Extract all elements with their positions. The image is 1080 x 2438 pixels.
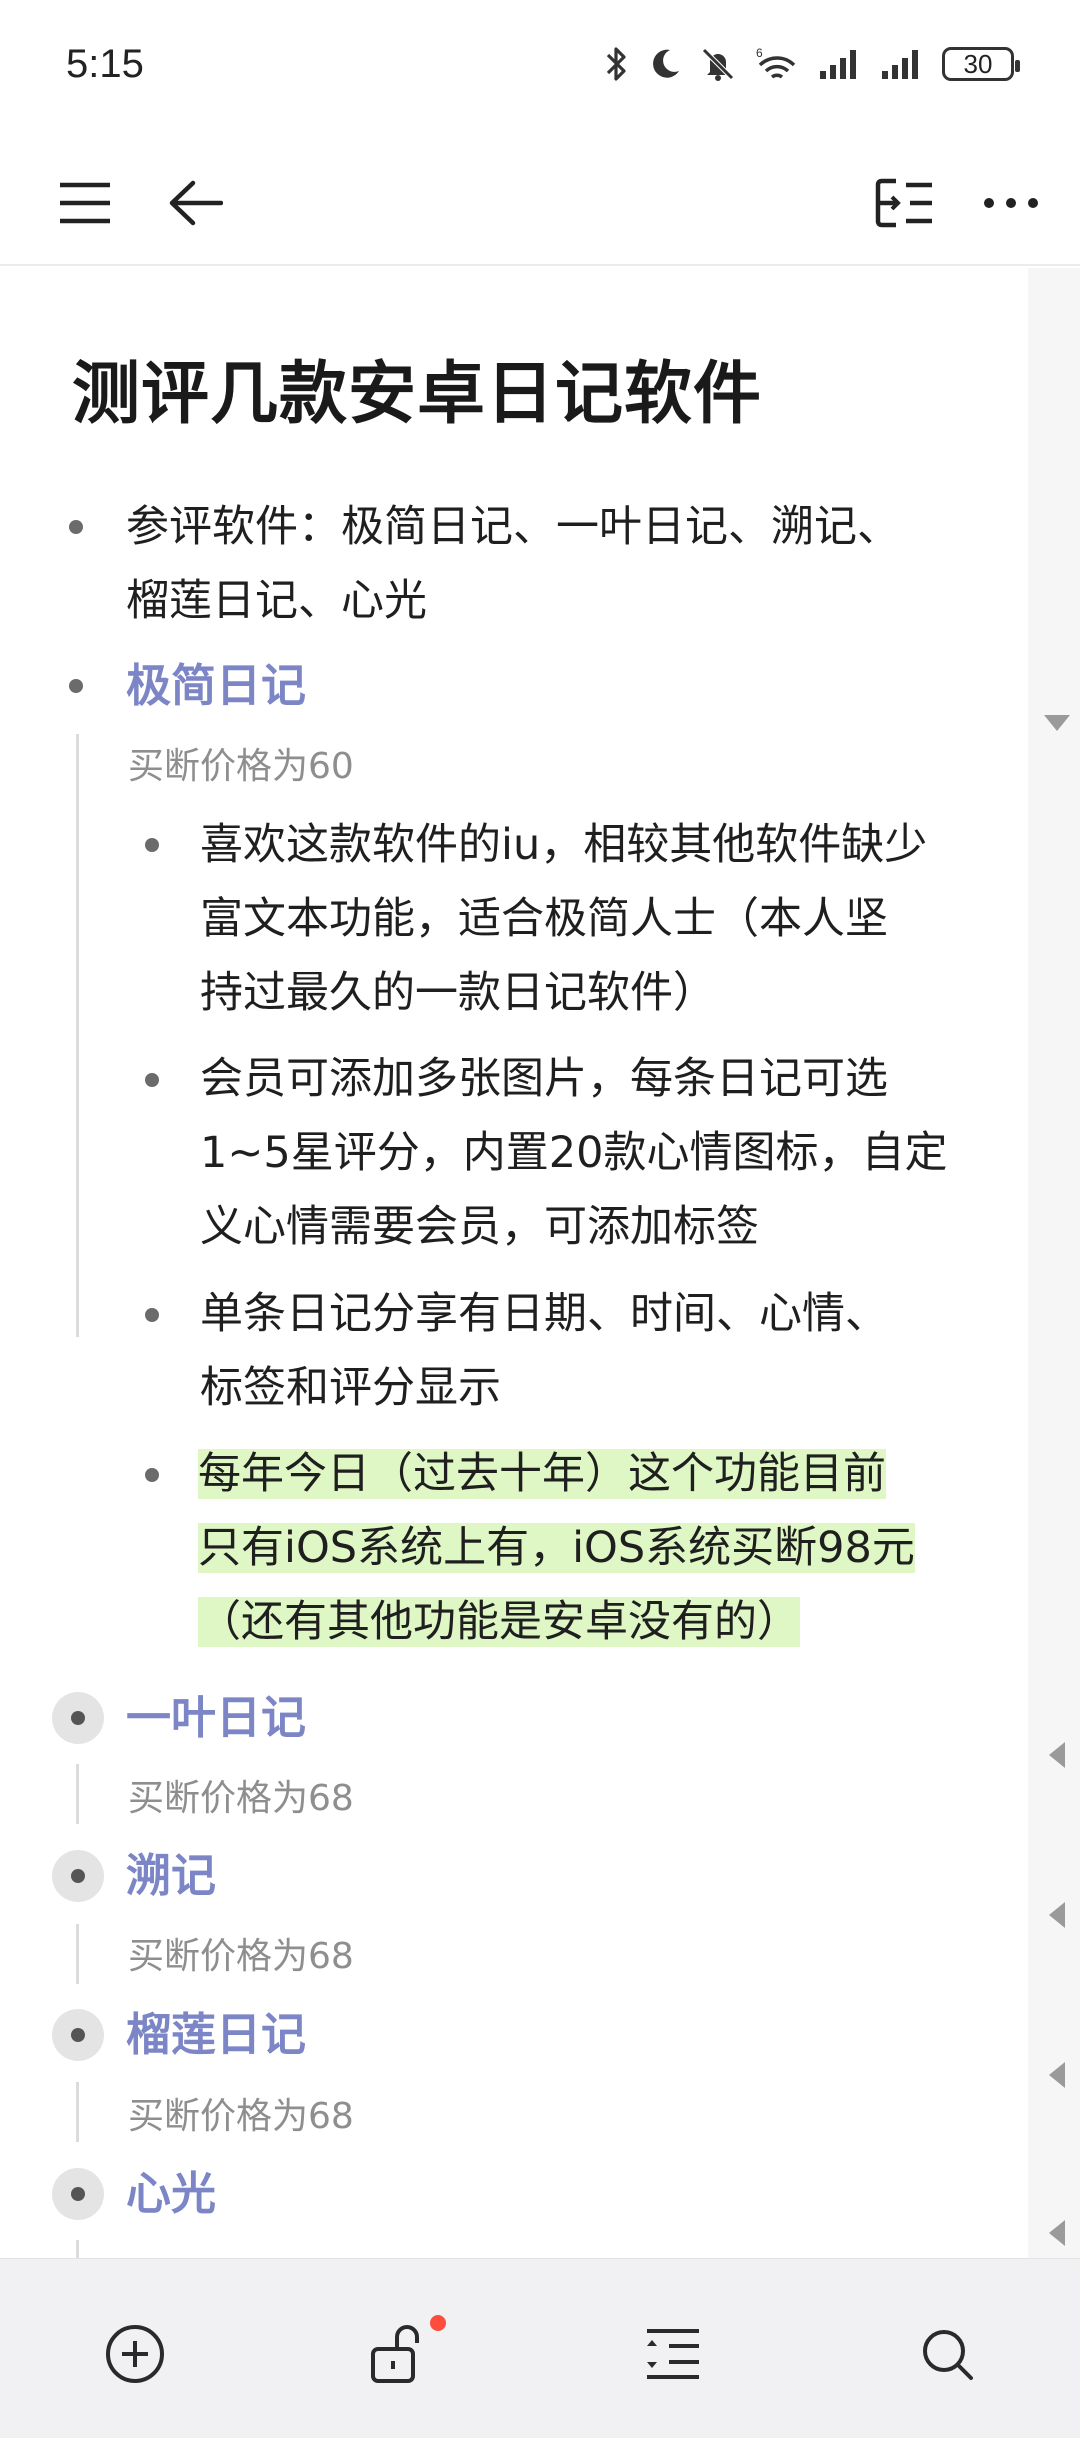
document-body[interactable]: 测评几款安卓日记软件 参评软件：极简日记、一叶日记、溯记、 榴莲日记、心光 极简… — [0, 268, 1028, 2258]
back-arrow-icon — [169, 180, 223, 226]
section-heading[interactable]: 榴莲日记 — [126, 2005, 306, 2065]
list-item-line: 喜欢这款软件的iu，相较其他软件缺少 — [200, 820, 928, 870]
highlighted-list-item[interactable]: 每年今日（过去十年）这个功能目前 只有iOS系统上有，iOS系统买断98元 （还… — [198, 1437, 915, 1659]
section-heading[interactable]: 一叶日记 — [126, 1688, 306, 1748]
expand-arrow-icon[interactable] — [1046, 2060, 1068, 2090]
more-icon — [984, 198, 1038, 208]
bell-off-icon — [702, 48, 734, 81]
collapsed-bullet[interactable] — [52, 1692, 104, 1744]
list-item-line: 参评软件：极简日记、一叶日记、溯记、 — [126, 502, 900, 552]
signal-2-icon — [882, 50, 918, 79]
bullet[interactable] — [69, 679, 83, 693]
wifi-icon: 6 — [756, 46, 796, 79]
section-heading[interactable]: 心光 — [126, 2164, 216, 2224]
unlock-icon — [371, 2325, 419, 2383]
list-item-line: 持过最久的一款日记软件） — [200, 968, 716, 1018]
status-time: 5:15 — [66, 42, 144, 86]
document-title[interactable]: 测评几款安卓日记软件 — [72, 338, 762, 437]
section-heading[interactable]: 极简日记 — [126, 656, 306, 716]
bullet[interactable] — [145, 1073, 159, 1087]
search-button[interactable] — [912, 2319, 982, 2389]
battery-indicator: 30 — [942, 47, 1020, 81]
add-circle-icon — [106, 2325, 164, 2383]
section-note[interactable]: 买断价格为68 — [128, 1774, 354, 1824]
collapsed-bullet[interactable] — [52, 1850, 104, 1902]
bullet[interactable] — [145, 838, 159, 852]
section-note[interactable]: 买断价格为68 — [128, 2092, 354, 2142]
add-button[interactable] — [100, 2319, 170, 2389]
list-item[interactable]: 参评软件：极简日记、一叶日记、溯记、 榴莲日记、心光 — [126, 490, 900, 638]
bluetooth-icon — [606, 47, 626, 81]
expand-arrow-icon[interactable] — [1046, 1740, 1068, 1770]
moon-icon — [653, 49, 679, 78]
section-note[interactable]: 买断价格为60 — [128, 742, 354, 792]
indent-icon — [647, 2329, 699, 2379]
network-type-label: 6 — [756, 46, 763, 60]
bullet[interactable] — [145, 1308, 159, 1322]
list-item-line: 富文本功能，适合极简人士（本人坚 — [200, 894, 888, 944]
notification-dot — [430, 2315, 446, 2331]
list-item-line: 标签和评分显示 — [200, 1363, 501, 1413]
list-item[interactable]: 喜欢这款软件的iu，相较其他软件缺少 富文本功能，适合极简人士（本人坚 持过最久… — [200, 808, 927, 1030]
list-item-line: 会员可添加多张图片，每条日记可选 — [200, 1054, 888, 1104]
list-item-line: 义心情需要会员，可添加标签 — [200, 1202, 759, 1252]
indent-guide — [76, 1764, 79, 1824]
list-item[interactable]: 单条日记分享有日期、时间、心情、 标签和评分显示 — [200, 1277, 888, 1425]
section-note[interactable]: 买断价格为68 — [128, 1932, 354, 1982]
collapsed-bullet[interactable] — [52, 2168, 104, 2220]
back-button[interactable] — [162, 170, 228, 236]
indent-button[interactable] — [638, 2319, 708, 2389]
menu-icon — [60, 182, 110, 224]
list-item-line: 榴莲日记、心光 — [126, 576, 427, 626]
list-item-line: 单条日记分享有日期、时间、心情、 — [200, 1289, 888, 1339]
highlighted-text: 只有iOS系统上有，iOS系统买断98元 — [198, 1523, 915, 1573]
search-icon — [923, 2330, 973, 2380]
battery-level: 30 — [963, 48, 993, 79]
section-heading[interactable]: 溯记 — [126, 1846, 216, 1906]
bullet[interactable] — [145, 1468, 159, 1482]
status-bar: 5:15 6 30 — [0, 0, 1080, 140]
expand-arrow-icon[interactable] — [1046, 2218, 1068, 2248]
lock-button[interactable] — [362, 2315, 446, 2389]
expand-arrow-icon[interactable] — [1046, 1900, 1068, 1930]
signal-1-icon — [820, 50, 856, 79]
indent-guide — [76, 734, 79, 1337]
indent-guide — [76, 2240, 79, 2258]
outline-toggle-icon — [875, 178, 932, 228]
indent-guide — [76, 2082, 79, 2142]
menu-button[interactable] — [52, 170, 118, 236]
app-bar — [0, 140, 1080, 266]
bullet[interactable] — [69, 520, 83, 534]
collapsed-bullet[interactable] — [52, 2009, 104, 2061]
outline-button[interactable] — [872, 170, 938, 236]
highlighted-text: （还有其他功能是安卓没有的） — [198, 1597, 800, 1647]
more-button[interactable] — [978, 170, 1044, 236]
collapse-arrow-icon[interactable] — [1042, 712, 1072, 734]
list-item-line: 1~5星评分，内置20款心情图标，自定 — [200, 1128, 948, 1178]
highlighted-text: 每年今日（过去十年）这个功能目前 — [198, 1449, 886, 1499]
fold-gutter — [1028, 268, 1080, 2258]
indent-guide — [76, 1924, 79, 1984]
bottom-toolbar — [0, 2258, 1080, 2438]
screen: 5:15 6 30 测评几款安卓日记软件 参评软件：极简日记、一叶日记、溯记、 … — [0, 0, 1080, 2438]
list-item[interactable]: 会员可添加多张图片，每条日记可选 1~5星评分，内置20款心情图标，自定 义心情… — [200, 1042, 947, 1264]
status-icons: 6 30 — [604, 44, 1020, 84]
